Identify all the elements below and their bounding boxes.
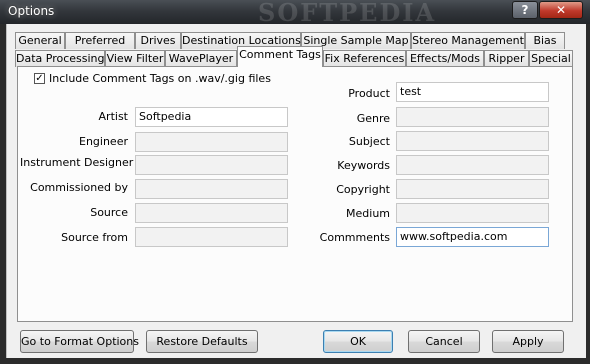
tab-preferred[interactable]: Preferred	[65, 32, 135, 49]
keywords-field[interactable]	[396, 155, 549, 175]
medium-label: Medium	[346, 207, 390, 220]
restore-defaults-button[interactable]: Restore Defaults	[146, 330, 258, 353]
medium-field[interactable]	[396, 203, 549, 223]
tab-waveplayer[interactable]: WavePlayer	[165, 50, 237, 67]
tab-drives[interactable]: Drives	[135, 32, 181, 49]
tab-fix-references[interactable]: Fix References	[323, 50, 406, 67]
commissioned-by-field[interactable]	[135, 179, 288, 199]
help-button[interactable]: ?	[512, 1, 538, 19]
source-from-label: Source from	[61, 231, 128, 244]
title-bar: SOFTPEDIA Options ? ✕	[0, 0, 590, 27]
commissioned-by-label: Commissioned by	[30, 181, 128, 194]
go-to-format-options-button[interactable]: Go to Format Options	[20, 330, 139, 353]
apply-button[interactable]: Apply	[492, 330, 564, 353]
tab-comment-tags[interactable]: Comment Tags	[237, 46, 323, 67]
comments-label: Commments	[319, 231, 390, 244]
include-comment-tags-checkbox[interactable]: ✓	[34, 73, 45, 84]
instrument-designer-field[interactable]	[135, 155, 288, 175]
tab-data-processing[interactable]: Data Processing	[15, 50, 105, 67]
engineer-field[interactable]	[135, 132, 288, 152]
tab-general[interactable]: General	[15, 32, 65, 49]
keywords-label: Keywords	[337, 159, 390, 172]
tab-view-filter[interactable]: View Filter	[105, 50, 165, 67]
artist-field[interactable]: Softpedia	[135, 107, 288, 127]
source-field[interactable]	[135, 203, 288, 223]
tab-ripper[interactable]: Ripper	[484, 50, 529, 67]
product-field[interactable]: test	[396, 82, 549, 102]
window-title: Options	[8, 4, 55, 18]
include-comment-tags-label: Include Comment Tags on .wav/.gig files	[49, 72, 271, 85]
copyright-field[interactable]	[396, 179, 549, 199]
instrument-designer-label: Instrument Designer	[20, 156, 134, 169]
artist-label: Artist	[98, 110, 128, 123]
tab-stereo-management[interactable]: Stereo Management	[411, 32, 525, 49]
genre-field[interactable]	[396, 107, 549, 127]
source-label: Source	[90, 206, 128, 219]
tab-special[interactable]: Special	[529, 50, 573, 67]
genre-label: Genre	[356, 112, 390, 125]
copyright-label: Copyright	[336, 183, 390, 196]
watermark: SOFTPEDIA	[258, 0, 437, 27]
source-from-field[interactable]	[135, 227, 288, 247]
include-comment-tags-row[interactable]: ✓ Include Comment Tags on .wav/.gig file…	[34, 72, 271, 85]
subject-label: Subject	[348, 135, 390, 148]
ok-button[interactable]: OK	[323, 330, 393, 353]
product-label: Product	[348, 87, 390, 100]
engineer-label: Engineer	[79, 135, 128, 148]
subject-field[interactable]	[396, 131, 549, 151]
close-button[interactable]: ✕	[539, 1, 583, 19]
cancel-button[interactable]: Cancel	[408, 330, 480, 353]
comments-field[interactable]: www.softpedia.com	[396, 227, 549, 247]
tab-effects-mods[interactable]: Effects/Mods	[406, 50, 484, 67]
tab-bias[interactable]: Bias	[525, 32, 565, 49]
